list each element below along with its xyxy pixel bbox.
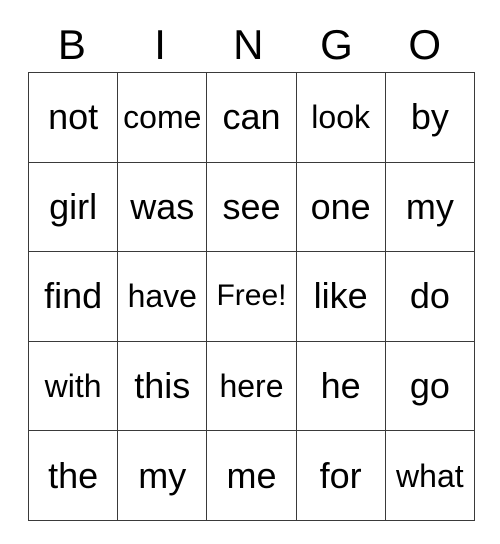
bingo-cell[interactable]: here (206, 340, 297, 432)
bingo-cell-label: see (222, 185, 281, 227)
bingo-cell-inner: do (386, 253, 473, 341)
bingo-cell-label: with (44, 368, 102, 405)
bingo-cell-label: for (319, 454, 362, 496)
bingo-row: with this here he go (27, 340, 475, 432)
bingo-cell[interactable]: like (295, 251, 386, 342)
bingo-cell[interactable]: girl (27, 161, 119, 253)
bingo-cell[interactable]: do (384, 251, 475, 342)
bingo-cell-label: me (226, 454, 277, 496)
bingo-grid: not come can look by girl was see one my… (27, 72, 475, 521)
bingo-cell[interactable]: this (117, 340, 208, 432)
bingo-cell-inner: like (297, 253, 384, 341)
bingo-cell-label: can (222, 96, 281, 138)
bingo-cell-label: girl (49, 185, 98, 227)
bingo-cell-label: look (311, 99, 370, 136)
bingo-cell[interactable]: for (295, 430, 386, 521)
bingo-cell[interactable]: my (384, 161, 475, 253)
bingo-cell-inner: look (297, 73, 384, 161)
bingo-cell-inner: not (30, 73, 117, 161)
bingo-cell-inner: one (297, 163, 384, 251)
bingo-cell-label: the (48, 454, 99, 496)
bingo-cell[interactable]: come (117, 72, 208, 163)
bingo-cell-label: here (219, 368, 284, 405)
bingo-cell-inner: here (208, 342, 295, 430)
bingo-cell-inner: my (119, 432, 206, 520)
bingo-cell-inner: for (297, 432, 384, 520)
bingo-header-letter-o: O (408, 21, 442, 68)
bingo-cell-label: what (396, 457, 464, 494)
bingo-cell[interactable]: the (27, 430, 119, 521)
bingo-cell-inner: see (208, 163, 295, 251)
bingo-cell-label: come (123, 99, 202, 136)
bingo-cell-label: like (313, 275, 368, 317)
bingo-cell[interactable]: go (384, 340, 475, 432)
bingo-cell-inner: by (386, 73, 473, 161)
bingo-row: find have Free! like do (27, 251, 475, 342)
bingo-cell-inner: Free! (208, 253, 295, 341)
bingo-cell-inner: girl (30, 163, 117, 251)
bingo-cell-inner: was (119, 163, 206, 251)
bingo-cell-label: was (130, 185, 195, 227)
bingo-cell-label: one (310, 185, 371, 227)
bingo-cell-label: my (405, 185, 454, 227)
bingo-header-letter-i: I (154, 21, 167, 68)
bingo-cell-inner: have (119, 253, 206, 341)
bingo-cell-label: find (44, 275, 103, 317)
bingo-header-letter-g: G (320, 21, 354, 68)
bingo-row: girl was see one my (27, 161, 475, 253)
bingo-cell[interactable]: see (206, 161, 297, 253)
bingo-cell-inner: can (208, 73, 295, 161)
bingo-cell-inner: with (30, 342, 117, 430)
bingo-cell-inner: the (30, 432, 117, 520)
bingo-cell[interactable]: look (295, 72, 386, 163)
bingo-cell[interactable]: not (27, 72, 119, 163)
bingo-cell[interactable]: by (384, 72, 475, 163)
bingo-cell[interactable]: my (117, 430, 208, 521)
bingo-header-letter-n: N (233, 21, 264, 68)
bingo-cell-inner: find (30, 253, 117, 341)
bingo-cell[interactable]: me (206, 430, 297, 521)
bingo-cell-inner: he (297, 342, 384, 430)
bingo-cell-label: by (410, 96, 449, 138)
bingo-cell[interactable]: what (384, 430, 475, 521)
bingo-header-letter-b: B (57, 21, 87, 68)
bingo-cell[interactable]: was (117, 161, 208, 253)
bingo-cell-inner: go (386, 342, 473, 430)
bingo-card: B I N G O not come can look by girl was … (27, 18, 475, 521)
bingo-cell-label: my (138, 454, 187, 496)
bingo-header-row: B I N G O (28, 18, 469, 72)
bingo-cell-inner: this (119, 342, 206, 430)
bingo-free-space[interactable]: Free! (206, 251, 297, 342)
bingo-cell[interactable]: he (295, 340, 386, 432)
bingo-cell-label: do (409, 275, 450, 317)
bingo-cell-label: he (320, 365, 361, 407)
bingo-cell[interactable]: one (295, 161, 386, 253)
bingo-free-space-label: Free! (216, 279, 287, 313)
bingo-cell[interactable]: have (117, 251, 208, 342)
bingo-cell-inner: me (208, 432, 295, 520)
bingo-cell-label: not (48, 96, 99, 138)
bingo-cell-inner: my (386, 163, 473, 251)
bingo-cell[interactable]: with (27, 340, 119, 432)
bingo-cell-inner: come (119, 73, 206, 161)
bingo-row: the my me for what (27, 430, 475, 521)
bingo-cell-label: go (409, 365, 450, 407)
bingo-cell[interactable]: find (27, 251, 119, 342)
bingo-cell-inner: what (386, 432, 473, 520)
bingo-cell-label: have (127, 278, 197, 315)
bingo-cell[interactable]: can (206, 72, 297, 163)
bingo-row: not come can look by (27, 72, 475, 163)
bingo-cell-label: this (134, 365, 191, 407)
